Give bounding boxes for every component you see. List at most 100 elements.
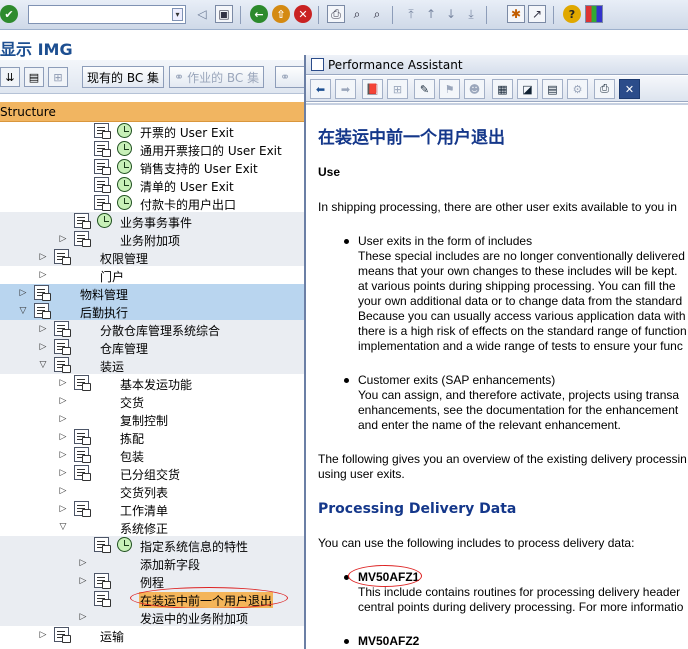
tree-row[interactable]: 销售支持的 User Exit — [0, 158, 304, 176]
expand-arrow-icon[interactable]: ▷ — [38, 629, 48, 641]
document-icon[interactable] — [94, 591, 111, 607]
expand-arrow-icon[interactable]: ▷ — [58, 503, 68, 515]
tree-row[interactable]: 清单的 User Exit — [0, 176, 304, 194]
tree-row-selected[interactable]: 在装运中前一个用户退出 — [0, 587, 304, 609]
execute-clock-icon[interactable] — [117, 537, 132, 552]
expand-arrow-icon[interactable]: ▷ — [58, 413, 68, 425]
document-icon[interactable] — [94, 195, 111, 211]
print-icon[interactable]: ⎙ — [594, 79, 615, 99]
expand-arrow-icon[interactable]: ▷ — [58, 395, 68, 407]
tree-row[interactable]: ▷ 物料管理 — [0, 284, 304, 302]
document-icon[interactable] — [94, 141, 111, 157]
tree-row[interactable]: ▷ 交货 — [0, 392, 304, 410]
tree-row[interactable]: ▷ 分散仓库管理系统综合 — [0, 320, 304, 338]
tree-row[interactable]: ▷ 例程 — [0, 572, 304, 590]
tree-row[interactable]: ▷ 仓库管理 — [0, 338, 304, 356]
last-page-icon[interactable]: ⤓ — [462, 5, 480, 23]
tree-row[interactable]: 付款卡的用户出口 — [0, 194, 304, 212]
document-icon[interactable] — [54, 339, 71, 355]
new-session-icon[interactable]: ✱ — [507, 5, 525, 23]
chevron-down-icon[interactable]: ▾ — [172, 8, 183, 21]
edit-icon[interactable]: ✎ — [414, 79, 435, 99]
document-icon[interactable] — [94, 123, 111, 139]
table-icon[interactable]: ▦ — [492, 79, 513, 99]
document-icon[interactable] — [34, 303, 51, 319]
tree-row[interactable]: ▷ 门户 — [0, 266, 304, 284]
tree-row[interactable]: ▷ 交货列表 — [0, 482, 304, 500]
document-icon[interactable] — [74, 447, 91, 463]
tree-row[interactable]: ▽ 后勤执行 — [0, 302, 304, 320]
tree-row[interactable]: ▷ 业务附加项 — [0, 230, 304, 248]
tree-row[interactable]: 通用开票接口的 User Exit — [0, 140, 304, 158]
expand-arrow-icon[interactable]: ▷ — [38, 251, 48, 263]
expand-arrow-icon[interactable]: ▷ — [38, 323, 48, 335]
users-icon[interactable]: ☻ — [464, 79, 485, 99]
command-field[interactable]: ▾ — [28, 5, 186, 24]
document-icon[interactable] — [94, 177, 111, 193]
find-in-tree-icon[interactable]: ▤ — [24, 67, 44, 87]
tree-row[interactable]: ▽ 系统修正 — [0, 518, 304, 536]
close-icon[interactable]: ✕ — [619, 79, 640, 99]
tree-row[interactable]: 业务事务事件 — [0, 212, 304, 230]
tree-row[interactable]: ▷ 包装 — [0, 446, 304, 464]
settings-icon[interactable]: ⚙ — [567, 79, 588, 99]
document-icon[interactable] — [74, 213, 91, 229]
expand-arrow-icon[interactable]: ▷ — [58, 431, 68, 443]
tree-row[interactable]: 指定系统信息的特性 — [0, 536, 304, 554]
tree-row[interactable]: 开票的 User Exit — [0, 122, 304, 140]
structure-icon[interactable]: ⊞ — [387, 79, 408, 99]
document-icon[interactable] — [54, 627, 71, 643]
expand-arrow-icon[interactable]: ▷ — [58, 233, 68, 245]
enter-icon[interactable]: ✔ — [0, 5, 18, 23]
book-icon[interactable]: 📕 — [362, 79, 383, 99]
execute-clock-icon[interactable] — [97, 213, 112, 228]
tree-row[interactable]: ▷ 拣配 — [0, 428, 304, 446]
current-bc-sets-button[interactable]: 现有的 BC 集 — [82, 66, 165, 88]
left-arrow-icon[interactable]: ◁ — [193, 5, 211, 23]
expand-arrow-icon[interactable]: ▷ — [18, 287, 28, 299]
back-arrow-icon[interactable]: ⬅ — [310, 79, 331, 99]
forward-arrow-icon[interactable]: ➡ — [335, 79, 356, 99]
shortcut-icon[interactable]: ↗ — [528, 5, 546, 23]
print-icon[interactable]: ⎙ — [327, 5, 345, 23]
document-icon[interactable] — [74, 465, 91, 481]
next-page-icon[interactable]: ↓ — [442, 5, 460, 23]
include2-name[interactable]: MV50AFZ2 — [358, 634, 419, 649]
document-icon[interactable] — [94, 159, 111, 175]
first-page-icon[interactable]: ⤒ — [402, 5, 420, 23]
save-icon[interactable]: ▣ — [215, 5, 233, 23]
document-icon[interactable]: ▤ — [542, 79, 563, 99]
position-icon[interactable]: ⊞ — [48, 67, 68, 87]
expand-arrow-icon[interactable]: ▷ — [38, 269, 48, 281]
exit-icon[interactable]: ⇧ — [272, 5, 290, 23]
execute-clock-icon[interactable] — [117, 159, 132, 174]
collapse-arrow-icon[interactable]: ▽ — [38, 359, 48, 371]
tree-row[interactable]: ▷ 运输 — [0, 626, 304, 644]
document-icon[interactable] — [94, 537, 111, 553]
document-icon[interactable] — [74, 429, 91, 445]
tree-row[interactable]: ▷ 工作清单 — [0, 500, 304, 518]
document-icon[interactable] — [54, 249, 71, 265]
execute-clock-icon[interactable] — [117, 195, 132, 210]
expand-arrow-icon[interactable]: ▷ — [78, 557, 88, 569]
document-icon[interactable] — [74, 375, 91, 391]
document-icon[interactable] — [54, 357, 71, 373]
activity-bc-sets-button[interactable]: ⚭ 作业的 BC 集 — [169, 66, 265, 88]
help-icon[interactable]: ? — [563, 5, 581, 23]
cancel-icon[interactable]: ✕ — [294, 5, 312, 23]
execute-clock-icon[interactable] — [117, 123, 132, 138]
previous-page-icon[interactable]: ↑ — [422, 5, 440, 23]
document-icon[interactable] — [94, 573, 111, 589]
tree-row[interactable]: ▷ 添加新字段 — [0, 554, 304, 572]
tree-row[interactable]: ▷ 基本发运功能 — [0, 374, 304, 392]
document-icon[interactable] — [74, 501, 91, 517]
tag-icon[interactable]: ◪ — [517, 79, 538, 99]
tree-row[interactable]: ▷ ... — [0, 644, 304, 649]
document-icon[interactable] — [74, 231, 91, 247]
execute-clock-icon[interactable] — [117, 141, 132, 156]
tree-row[interactable]: ▷ 已分组交货 — [0, 464, 304, 482]
tree-row[interactable]: ▷ 复制控制 — [0, 410, 304, 428]
expand-arrow-icon[interactable]: ▷ — [58, 377, 68, 389]
tree-row[interactable]: ▷ 发运中的业务附加项 — [0, 608, 304, 626]
expand-arrow-icon[interactable]: ▷ — [58, 467, 68, 479]
